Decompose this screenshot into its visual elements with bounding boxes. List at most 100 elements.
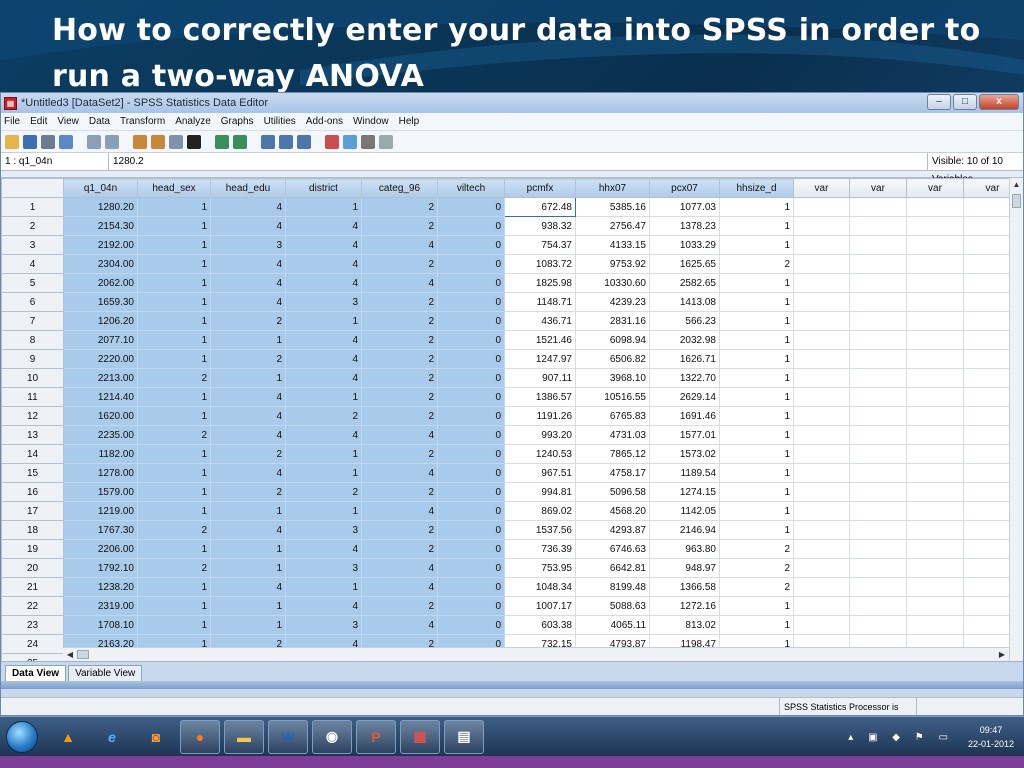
print-icon[interactable] [41, 134, 55, 149]
data-cell[interactable]: 1 [285, 463, 362, 483]
data-cell[interactable]: 1083.72 [504, 254, 576, 274]
data-cell[interactable]: 2 [137, 558, 211, 578]
data-cell[interactable] [849, 311, 907, 331]
data-cell[interactable]: 1825.98 [504, 273, 576, 293]
data-cell[interactable]: 2 [361, 444, 438, 464]
data-cell[interactable] [793, 520, 850, 540]
data-cell[interactable]: 3 [285, 558, 362, 578]
data-cell[interactable] [793, 273, 850, 293]
data-cell[interactable]: 1007.17 [504, 596, 576, 616]
data-cell[interactable]: 1278.00 [63, 463, 138, 483]
data-cell[interactable]: 1 [719, 520, 794, 540]
data-cell[interactable]: 0 [437, 558, 505, 578]
data-cell[interactable]: 754.37 [504, 235, 576, 255]
data-cell[interactable] [849, 596, 907, 616]
data-cell[interactable]: 1579.00 [63, 482, 138, 502]
data-cell[interactable] [849, 292, 907, 312]
row-number[interactable]: 1 [1, 197, 64, 217]
data-cell[interactable]: 3 [285, 520, 362, 540]
column-header[interactable]: var [793, 178, 850, 198]
minimize-button[interactable]: – [927, 94, 951, 110]
split-file-icon[interactable] [261, 134, 275, 149]
data-cell[interactable]: 5096.58 [575, 482, 650, 502]
data-cell[interactable]: 6506.82 [575, 349, 650, 369]
data-cell[interactable]: 1 [285, 311, 362, 331]
menu-analyze[interactable]: Analyze [175, 116, 211, 127]
data-cell[interactable]: 1577.01 [649, 425, 720, 445]
menu-view[interactable]: View [57, 116, 79, 127]
data-cell[interactable] [793, 254, 850, 274]
word-icon[interactable]: W [268, 719, 308, 754]
data-cell[interactable]: 4 [285, 596, 362, 616]
data-cell[interactable]: 4 [285, 254, 362, 274]
data-cell[interactable] [906, 387, 964, 407]
data-cell[interactable] [793, 368, 850, 388]
data-cell[interactable]: 0 [437, 368, 505, 388]
data-cell[interactable] [906, 254, 964, 274]
data-cell[interactable]: 4133.15 [575, 235, 650, 255]
data-cell[interactable]: 907.11 [504, 368, 576, 388]
data-cell[interactable]: 1625.65 [649, 254, 720, 274]
row-number[interactable]: 5 [1, 273, 64, 293]
data-cell[interactable] [793, 615, 850, 635]
data-cell[interactable]: 2756.47 [575, 216, 650, 236]
powerpoint-icon[interactable]: P [356, 719, 396, 754]
menu-file[interactable]: File [4, 116, 20, 127]
data-cell[interactable]: 2 [361, 216, 438, 236]
insert-cases-icon[interactable] [215, 134, 229, 149]
data-cell[interactable]: 2 [210, 482, 286, 502]
data-cell[interactable]: 4 [361, 577, 438, 597]
save-icon[interactable] [23, 134, 37, 149]
data-cell[interactable]: 10330.60 [575, 273, 650, 293]
data-cell[interactable]: 1 [285, 577, 362, 597]
data-cell[interactable]: 1 [719, 368, 794, 388]
use-variable-sets-icon[interactable] [343, 134, 357, 149]
data-cell[interactable]: 1 [719, 387, 794, 407]
data-cell[interactable]: 2 [361, 596, 438, 616]
data-cell[interactable]: 1 [137, 406, 211, 426]
data-cell[interactable]: 2 [719, 577, 794, 597]
data-cell[interactable]: 6098.94 [575, 330, 650, 350]
data-cell[interactable] [906, 197, 964, 217]
data-cell[interactable]: 5088.63 [575, 596, 650, 616]
data-cell[interactable]: 1792.10 [63, 558, 138, 578]
data-cell[interactable] [849, 539, 907, 559]
data-cell[interactable] [906, 235, 964, 255]
data-cell[interactable] [849, 216, 907, 236]
data-cell[interactable]: 869.02 [504, 501, 576, 521]
data-cell[interactable]: 3 [210, 235, 286, 255]
data-cell[interactable]: 1 [719, 292, 794, 312]
data-cell[interactable]: 4 [210, 216, 286, 236]
data-cell[interactable]: 1274.15 [649, 482, 720, 502]
winrar-icon[interactable]: ▦ [400, 719, 440, 754]
data-cell[interactable]: 2582.65 [649, 273, 720, 293]
data-cell[interactable]: 1 [210, 501, 286, 521]
undo-icon[interactable] [87, 134, 101, 149]
data-cell[interactable]: 1 [137, 349, 211, 369]
data-cell[interactable]: 10516.55 [575, 387, 650, 407]
data-cell[interactable]: 1620.00 [63, 406, 138, 426]
data-cell[interactable] [849, 387, 907, 407]
row-number[interactable]: 12 [1, 406, 64, 426]
data-cell[interactable]: 1708.10 [63, 615, 138, 635]
data-cell[interactable]: 2 [361, 387, 438, 407]
data-cell[interactable]: 1 [719, 197, 794, 217]
data-cell[interactable]: 1 [719, 235, 794, 255]
data-cell[interactable]: 938.32 [504, 216, 576, 236]
menu-help[interactable]: Help [399, 116, 420, 127]
scroll-left-icon[interactable]: ◀ [63, 648, 77, 661]
data-cell[interactable] [793, 311, 850, 331]
data-cell[interactable]: 4 [210, 425, 286, 445]
column-header[interactable]: district [285, 178, 362, 198]
data-cell[interactable]: 4 [210, 273, 286, 293]
data-cell[interactable]: 1148.71 [504, 292, 576, 312]
horizontal-scrollbar[interactable]: ◀ ▶ [63, 647, 1009, 661]
data-cell[interactable] [849, 558, 907, 578]
column-header[interactable]: pcx07 [649, 178, 720, 198]
data-cell[interactable]: 753.95 [504, 558, 576, 578]
data-cell[interactable]: 4 [210, 292, 286, 312]
tray-icons[interactable]: ▴ ▣ ◆ ⚑ ▭ [848, 732, 954, 743]
data-cell[interactable] [906, 520, 964, 540]
data-cell[interactable]: 2 [719, 539, 794, 559]
data-cell[interactable]: 1691.46 [649, 406, 720, 426]
